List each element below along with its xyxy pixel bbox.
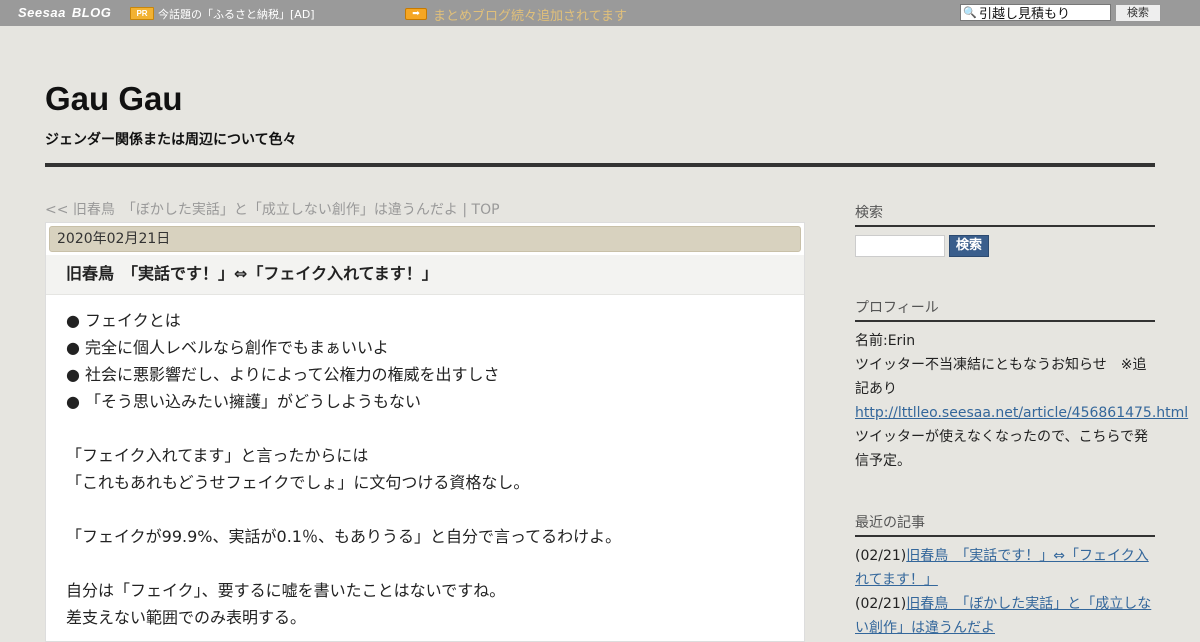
profile-name: 名前:Erin (855, 333, 916, 349)
top-search-box[interactable]: 🔍 (960, 4, 1111, 21)
top-search-button[interactable]: 検索 (1115, 4, 1161, 22)
recent-articles: (02/21)旧春鳥 「実話です！」⇔「フェイク入れてます！」 (02/21)旧… (855, 544, 1155, 640)
top-bar: Seesaa BLOG PR 今話題の「ふるさと納税」[AD] ➡ まとめブログ続… (0, 0, 1200, 26)
sidebar-search-heading: 検索 (855, 202, 1155, 227)
site-title[interactable]: Gau Gau (45, 80, 183, 118)
body-line (66, 496, 786, 523)
notice-link[interactable]: まとめブログ続々追加されてます (433, 5, 627, 24)
site-description: ジェンダー関係または周辺について色々 (45, 132, 297, 148)
body-line: 自分は「フェイク」、要するに嘘を書いたことはないですね。 (66, 581, 506, 600)
sidebar-recent-heading: 最近の記事 (855, 512, 1155, 537)
profile-note: ツイッター不当凍結にともなうお知らせ ※追記あり (855, 357, 1147, 397)
body-line: 差支えない範囲でのみ表明する。 (66, 608, 307, 627)
body-line: ● 社会に悪影響だし、よりによって公権力の権威を出すしさ (66, 365, 500, 384)
search-icon: 🔍 (963, 6, 977, 19)
article-title[interactable]: 旧春鳥 「実話です！」⇔「フェイク入れてます！」 (46, 255, 804, 295)
pr-badge: PR (130, 7, 154, 20)
profile-link[interactable]: http://lttlleo.seesaa.net/article/456861… (855, 405, 1188, 421)
article-body: ● フェイクとは ● 完全に個人レベルなら創作でもまぁいいよ ● 社会に悪影響だ… (66, 307, 786, 631)
ad-link[interactable]: 今話題の「ふるさと納税」[AD] (158, 6, 315, 22)
body-line (66, 550, 786, 577)
profile-section: 名前:Erin ツイッター不当凍結にともなうお知らせ ※追記あり http://… (855, 329, 1188, 473)
arrow-right-icon: ➡ (405, 8, 427, 20)
body-line: ● 完全に個人レベルなら創作でもまぁいいよ (66, 338, 389, 357)
seesaa-logo[interactable]: Seesaa BLOG (18, 5, 111, 20)
sidebar-profile-heading: プロフィール (855, 297, 1155, 322)
breadcrumb[interactable]: << 旧春鳥 「ぼかした実話」と「成立しない創作」は違うんだよ | TOP (45, 199, 500, 219)
recent-date: (02/21) (855, 548, 907, 564)
body-line: 「フェイク入れてます」と言ったからには (66, 446, 369, 465)
list-item: (02/21)旧春鳥 「実話です！」⇔「フェイク入れてます！」 (855, 544, 1155, 592)
top-search-input[interactable] (979, 5, 1107, 20)
profile-note-2: ツイッターが使えなくなったので、こちらで発信予定。 (855, 429, 1149, 469)
body-line (66, 415, 786, 442)
sidebar-search-input[interactable] (855, 235, 945, 257)
article-date: 2020年02月21日 (49, 226, 801, 252)
body-line: ● 「そう思い込みたい擁護」がどうしようもない (66, 392, 422, 411)
body-line: ● フェイクとは (66, 311, 181, 330)
sidebar-search-button[interactable]: 検索 (949, 235, 989, 257)
header-divider (45, 163, 1155, 167)
recent-date: (02/21) (855, 596, 907, 612)
body-line: 「フェイクが99.9%、実話が0.1％、もありうる」と自分で言ってるわけよ。 (66, 527, 622, 546)
body-line: 「これもあれもどうせフェイクでしょ」に文句つける資格なし。 (66, 473, 530, 492)
article: 2020年02月21日 旧春鳥 「実話です！」⇔「フェイク入れてます！」 ● フ… (45, 222, 805, 642)
list-item: (02/21)旧春鳥 「ぼかした実話」と「成立しない創作」は違うんだよ (855, 592, 1155, 640)
